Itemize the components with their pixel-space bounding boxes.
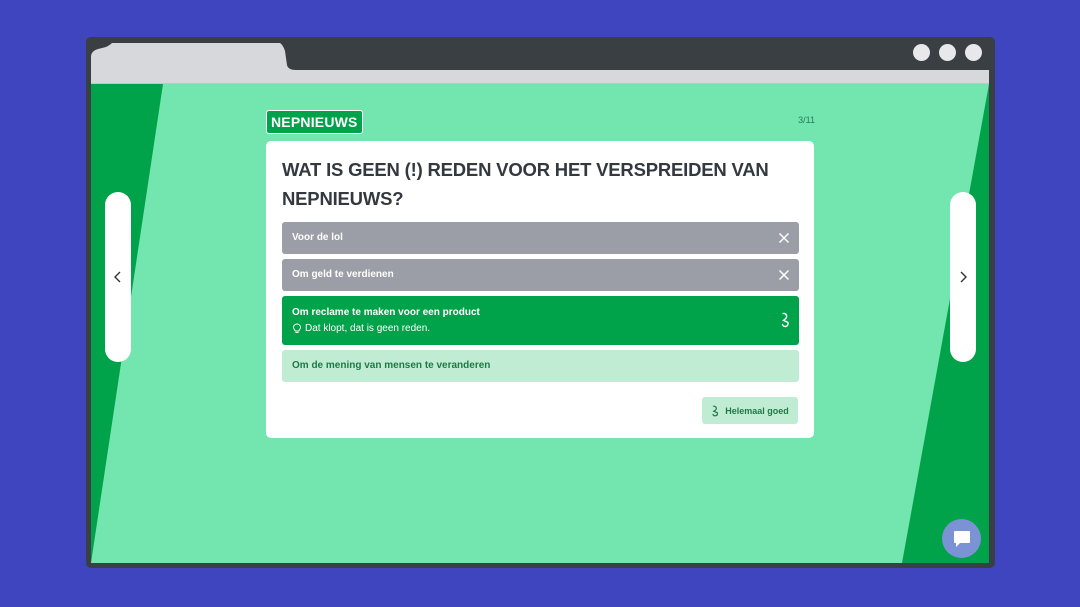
question-text: WAT IS GEEN (!) REDEN VOOR HET VERSPREID… xyxy=(282,159,769,209)
page-viewport: NEPNIEUWS 3/11 WAT IS GEEN (!) REDEN VOO… xyxy=(91,84,989,563)
next-button[interactable] xyxy=(950,192,976,362)
result-label: Helemaal goed xyxy=(725,405,789,416)
close-icon xyxy=(778,269,790,281)
chat-bubble-icon xyxy=(953,530,970,547)
answer-option-1[interactable]: Voor de lol xyxy=(282,222,799,254)
answer-feedback: Dat klopt, dat is geen reden. xyxy=(292,323,430,334)
answer-option-2[interactable]: Om geld te verdienen xyxy=(282,259,799,291)
answer-label: Voor de lol xyxy=(292,232,343,243)
window-control-1[interactable] xyxy=(913,44,930,61)
answer-option-3[interactable]: Om reclame te maken voor een product Dat… xyxy=(282,296,799,345)
answer-option-4[interactable]: Om de mening van mensen te veranderen xyxy=(282,350,799,382)
window-control-3[interactable] xyxy=(965,44,982,61)
address-bar[interactable] xyxy=(91,70,989,84)
close-icon xyxy=(778,232,790,244)
prev-button[interactable] xyxy=(105,192,131,362)
feedback-text: Dat klopt, dat is geen reden. xyxy=(305,323,431,334)
window-control-2[interactable] xyxy=(939,44,956,61)
chat-button[interactable] xyxy=(942,519,981,558)
answer-label: Om geld te verdienen xyxy=(292,269,394,280)
chevron-right-icon xyxy=(960,271,967,283)
question-counter: 3/11 xyxy=(798,115,815,125)
chevron-left-icon xyxy=(114,271,121,283)
category-tag: NEPNIEUWS xyxy=(266,110,363,134)
checkmark-icon xyxy=(712,405,719,416)
browser-window: NEPNIEUWS 3/11 WAT IS GEEN (!) REDEN VOO… xyxy=(86,37,995,568)
browser-tab[interactable] xyxy=(86,37,306,71)
result-badge: Helemaal goed xyxy=(702,397,798,424)
question-card: WAT IS GEEN (!) REDEN VOOR HET VERSPREID… xyxy=(266,141,814,438)
lightbulb-icon xyxy=(293,323,301,333)
answer-label: Om reclame te maken voor een product xyxy=(292,307,480,318)
checkmark-icon xyxy=(781,312,789,328)
answer-label: Om de mening van mensen te veranderen xyxy=(292,360,491,371)
